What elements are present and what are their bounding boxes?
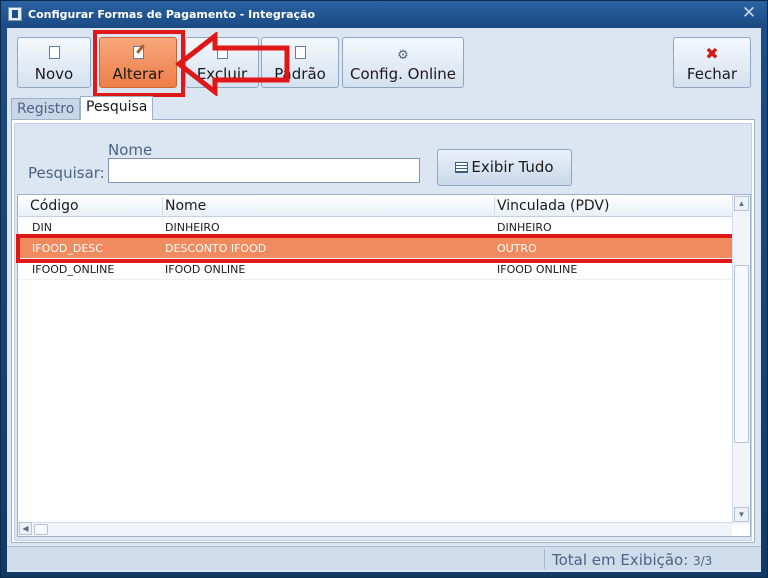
column-header-vinculada[interactable]: Vinculada (PDV) <box>497 198 609 214</box>
app-icon <box>8 7 22 21</box>
window-close-icon[interactable]: ✕ <box>741 4 757 22</box>
search-label: Pesquisar: <box>28 164 105 182</box>
alterar-button[interactable]: Alterar <box>99 37 177 88</box>
tab-registro[interactable]: Registro <box>11 98 81 119</box>
config-online-label: Config. Online <box>349 65 457 83</box>
vertical-scrollbar[interactable]: ▲ ▼ <box>732 195 750 524</box>
grid-header: Código Nome Vinculada (PDV) <box>18 195 732 217</box>
results-grid[interactable]: Código Nome Vinculada (PDV) DIN DINHEIRO… <box>16 194 751 537</box>
title-bar[interactable]: Configurar Formas de Pagamento - Integra… <box>1 1 767 28</box>
column-header-codigo[interactable]: Código <box>30 198 79 214</box>
new-document-icon <box>48 46 60 59</box>
cell-codigo: IFOOD_ONLINE <box>32 263 115 276</box>
horizontal-scroll-thumb[interactable] <box>34 524 48 535</box>
fechar-button[interactable]: ✖ Fechar <box>673 37 751 88</box>
status-bar: Total em Exibição: 3/3 <box>7 546 761 570</box>
table-row[interactable]: DIN DINHEIRO DINHEIRO <box>18 217 732 238</box>
novo-button[interactable]: Novo <box>17 37 91 88</box>
cell-nome: DESCONTO IFOOD <box>165 242 267 255</box>
alterar-label: Alterar <box>112 65 164 83</box>
scroll-thumb[interactable] <box>734 265 749 443</box>
config-online-button[interactable]: ⚙ Config. Online <box>342 37 464 88</box>
exibir-tudo-button[interactable]: Exibir Tudo <box>437 149 572 186</box>
window-title: Configurar Formas de Pagamento - Integra… <box>28 8 316 21</box>
scroll-left-icon[interactable]: ◀ <box>19 522 32 535</box>
scroll-up-icon[interactable]: ▲ <box>734 196 749 211</box>
pesquisa-panel: Nome Pesquisar: Exibir Tudo Código Nome … <box>11 119 755 543</box>
column-header-nome[interactable]: Nome <box>165 198 206 214</box>
table-row-selected[interactable]: IFOOD_DESC DESCONTO IFOOD OUTRO <box>18 238 732 259</box>
cell-codigo: IFOOD_DESC <box>32 242 103 255</box>
gear-icon: ⚙ <box>397 48 409 63</box>
cell-codigo: DIN <box>32 221 52 234</box>
horizontal-scrollbar[interactable]: ◀ <box>18 522 732 536</box>
annotation-arrow-icon <box>175 32 290 96</box>
table-row[interactable]: IFOOD_ONLINE IFOOD ONLINE IFOOD ONLINE <box>18 259 732 280</box>
list-icon <box>455 162 469 173</box>
close-red-x-icon: ✖ <box>705 44 719 63</box>
cell-vinculada: OUTRO <box>497 242 537 255</box>
exibir-tudo-label: Exibir Tudo <box>471 158 554 176</box>
search-input[interactable] <box>108 158 420 183</box>
app-window: Configurar Formas de Pagamento - Integra… <box>0 0 768 578</box>
edit-icon <box>132 46 144 59</box>
default-icon <box>294 46 306 59</box>
client-area: Novo Alterar Excluir Padrão ⚙ Config. On… <box>7 28 761 572</box>
tab-pesquisa[interactable]: Pesquisa <box>80 96 154 120</box>
cell-nome: IFOOD ONLINE <box>165 263 246 276</box>
search-area: Nome Pesquisar: Exibir Tudo Código Nome … <box>14 123 752 541</box>
scroll-down-icon[interactable]: ▼ <box>734 507 749 522</box>
cell-nome: DINHEIRO <box>165 221 220 234</box>
total-value: 3/3 <box>693 554 713 568</box>
cell-vinculada: IFOOD ONLINE <box>497 263 578 276</box>
fechar-label: Fechar <box>686 65 738 83</box>
search-column-label: Nome <box>108 141 153 159</box>
novo-label: Novo <box>34 65 74 83</box>
total-label: Total em Exibição: <box>552 551 689 569</box>
cell-vinculada: DINHEIRO <box>497 221 552 234</box>
